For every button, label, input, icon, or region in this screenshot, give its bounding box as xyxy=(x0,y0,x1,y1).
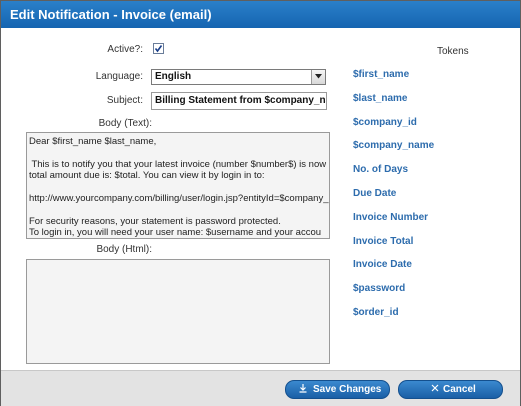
active-checkbox[interactable] xyxy=(153,43,164,54)
token-link[interactable]: Invoice Number xyxy=(353,212,428,223)
edit-notification-dialog: Edit Notification - Invoice (email) Acti… xyxy=(0,0,521,406)
chevron-down-icon xyxy=(315,74,322,79)
form-area: Active?: Language: English Subject: Bill… xyxy=(1,29,520,369)
tokens-heading: Tokens xyxy=(437,46,469,57)
body-text-textarea[interactable]: Dear $first_name $last_name, This is to … xyxy=(26,132,330,239)
language-selected-value: English xyxy=(155,71,192,82)
token-link[interactable]: Due Date xyxy=(353,188,396,199)
body-text-line xyxy=(29,147,329,158)
body-text-line xyxy=(29,182,329,193)
body-text-line: For security reasons, your statement is … xyxy=(29,215,281,227)
body-text-line: This is to notify you that your latest i… xyxy=(29,158,327,170)
token-link[interactable]: $company_id xyxy=(353,117,417,128)
token-link[interactable]: $order_id xyxy=(353,307,399,318)
body-html-label: Body (Html): xyxy=(96,244,152,255)
dialog-footer: Save Changes Cancel xyxy=(1,370,520,406)
body-text-line: http://www.yourcompany.com/billing/user/… xyxy=(29,193,329,205)
token-link[interactable]: $last_name xyxy=(353,93,407,104)
save-arrow-icon xyxy=(299,384,307,393)
body-text-line xyxy=(29,204,329,215)
body-text-label: Body (Text): xyxy=(98,118,152,129)
token-link[interactable]: Invoice Total xyxy=(353,236,413,247)
token-link[interactable]: $first_name xyxy=(353,69,409,80)
dialog-titlebar[interactable]: Edit Notification - Invoice (email) xyxy=(1,1,520,28)
language-label: Language: xyxy=(95,71,143,82)
token-link[interactable]: $company_name xyxy=(353,140,434,151)
active-label: Active?: xyxy=(107,44,143,55)
token-link[interactable]: $password xyxy=(353,283,405,294)
subject-input-value: Billing Statement from $company_nar xyxy=(155,95,327,106)
save-changes-button[interactable]: Save Changes xyxy=(285,380,390,399)
token-link[interactable]: No. of Days xyxy=(353,164,408,175)
checkmark-icon xyxy=(154,45,163,53)
body-text-content: Dear $first_name $last_name, This is to … xyxy=(29,136,329,239)
language-select[interactable]: English xyxy=(151,69,326,85)
close-icon xyxy=(431,384,439,392)
dialog-title: Edit Notification - Invoice (email) xyxy=(10,7,212,22)
save-changes-label: Save Changes xyxy=(313,384,382,395)
body-text-line: total amount due is: $total. You can vie… xyxy=(29,170,265,182)
token-link[interactable]: Invoice Date xyxy=(353,259,412,270)
subject-label: Subject: xyxy=(106,95,143,106)
body-html-textarea[interactable] xyxy=(26,259,330,364)
body-text-line: To login in, you will need your user nam… xyxy=(29,227,322,239)
dropdown-arrow[interactable] xyxy=(311,70,325,84)
body-text-line: Dear $first_name $last_name, xyxy=(29,136,157,147)
subject-input[interactable]: Billing Statement from $company_nar xyxy=(151,92,327,110)
cancel-label: Cancel xyxy=(443,384,476,395)
cancel-button[interactable]: Cancel xyxy=(398,380,503,399)
